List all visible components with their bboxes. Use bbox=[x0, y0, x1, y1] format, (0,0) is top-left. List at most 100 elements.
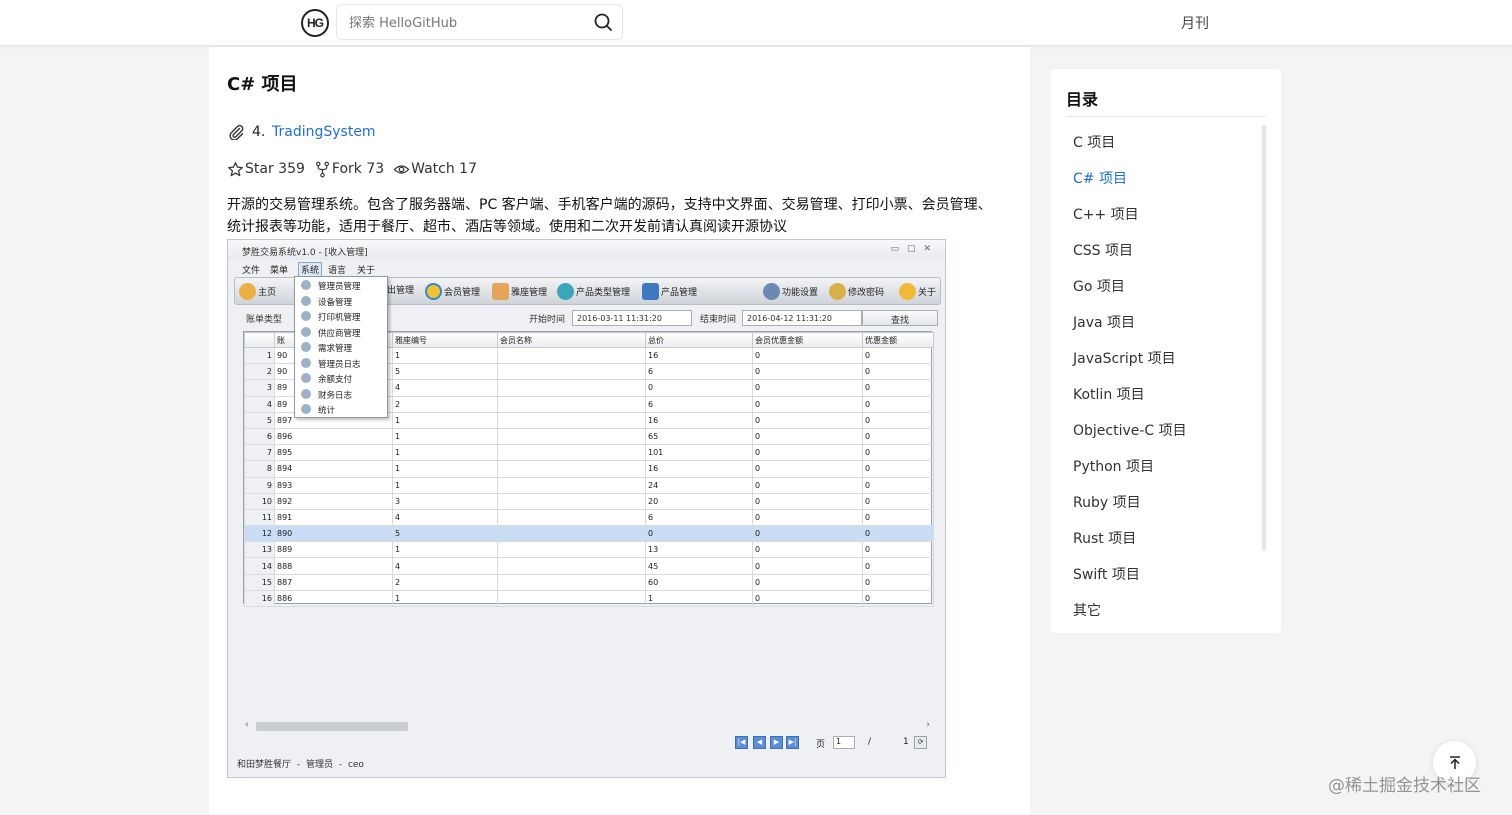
grid-cell bbox=[497, 346, 646, 365]
grid-cell: 0 bbox=[752, 363, 863, 381]
app-toolbar-item: 会员管理 bbox=[425, 283, 480, 300]
app-toolbar-item: 关于 bbox=[899, 283, 936, 300]
grid-cell bbox=[497, 492, 646, 510]
grid-cell: 0 bbox=[752, 492, 863, 510]
grid-cell: 0 bbox=[752, 476, 863, 494]
last-page-icon: ▶| bbox=[786, 736, 799, 749]
star-count: Star 359 bbox=[245, 161, 305, 177]
app-toolbar-item: 功能设置 bbox=[763, 283, 818, 300]
context-menu-item: 余额支付 bbox=[295, 370, 387, 386]
search-input[interactable] bbox=[349, 13, 579, 33]
toc-item[interactable]: C 项目 bbox=[1073, 132, 1187, 168]
grid-cell: 0 bbox=[862, 541, 934, 559]
grid-cell: 0 bbox=[752, 346, 863, 365]
toc-item[interactable]: JavaScript 项目 bbox=[1073, 348, 1187, 384]
grid-cell: 5 bbox=[392, 363, 498, 381]
grid-cell: 6 bbox=[244, 427, 275, 446]
toc-item[interactable]: C# 项目 bbox=[1073, 168, 1187, 204]
app-status-bar: 和田梦胜餐厅 - 管理员 - ceo bbox=[237, 760, 364, 770]
grid-cell: 13 bbox=[244, 541, 275, 559]
watch-count: Watch 17 bbox=[411, 161, 477, 177]
hellogithub-logo[interactable]: HG bbox=[301, 9, 329, 37]
system-context-menu: 管理员管理 设备管理 打印机管理 供应商管理 需求管理 管理员日志 余额支付 财… bbox=[294, 276, 388, 418]
project-number: 4. bbox=[252, 124, 266, 140]
grid-row: 16 886 1 1 0 0 bbox=[244, 589, 934, 608]
grid-cell: 10 bbox=[244, 492, 275, 510]
end-time-field: 2016-04-12 11:31:20 bbox=[742, 310, 862, 326]
grid-cell bbox=[497, 411, 646, 429]
grid-cell: 0 bbox=[862, 411, 934, 429]
toc-item[interactable]: Python 项目 bbox=[1073, 456, 1187, 492]
grid-cell bbox=[497, 525, 646, 543]
grid-cell: 888 bbox=[274, 557, 393, 575]
grid-cell: 0 bbox=[862, 395, 934, 413]
toc-item[interactable]: Java 项目 bbox=[1073, 312, 1187, 348]
page-input: 1 bbox=[833, 736, 855, 749]
app-menu-item: 语言 bbox=[328, 266, 347, 276]
grid-header-cell: 会员名称 bbox=[497, 332, 646, 348]
grid-cell bbox=[497, 541, 646, 559]
grid-cell: 101 bbox=[645, 444, 753, 462]
grid-cell: 0 bbox=[862, 460, 934, 478]
page-separator: / bbox=[868, 737, 872, 747]
grid-cell: 0 bbox=[862, 444, 934, 462]
monthly-link[interactable]: 月刊 bbox=[1181, 13, 1209, 33]
toc-item[interactable]: C++ 项目 bbox=[1073, 204, 1187, 240]
grid-cell: 1 bbox=[392, 589, 498, 608]
grid-cell: 0 bbox=[862, 508, 934, 527]
grid-cell bbox=[497, 573, 646, 591]
grid-cell: 0 bbox=[862, 492, 934, 510]
app-menu-item: 系统 bbox=[298, 262, 323, 277]
grid-cell: 1 bbox=[392, 346, 498, 365]
grid-cell: 1 bbox=[392, 444, 498, 462]
grid-cell: 0 bbox=[752, 541, 863, 559]
grid-cell: 896 bbox=[274, 427, 393, 446]
grid-cell: 5 bbox=[244, 411, 275, 429]
grid-cell bbox=[497, 476, 646, 494]
app-toolbar-item: 雅座管理 bbox=[492, 283, 547, 300]
grid-cell: 0 bbox=[862, 525, 934, 543]
app-menu-item: 文件 bbox=[242, 266, 261, 276]
grid-header-cell: 会员优惠金额 bbox=[752, 332, 863, 348]
grid-cell: 1 bbox=[392, 427, 498, 446]
grid-cell: 24 bbox=[645, 476, 753, 494]
grid-cell bbox=[497, 444, 646, 462]
fork-icon bbox=[315, 161, 329, 177]
grid-cell: 16 bbox=[645, 460, 753, 478]
toc-item[interactable]: 其它 bbox=[1073, 600, 1187, 636]
grid-cell: 890 bbox=[274, 525, 393, 543]
grid-row: 15 887 2 60 0 0 bbox=[244, 573, 934, 591]
toc-item[interactable]: Go 项目 bbox=[1073, 276, 1187, 312]
toc-item[interactable]: Rust 项目 bbox=[1073, 528, 1187, 564]
search-box[interactable] bbox=[336, 4, 623, 40]
app-menu-item: 菜单 bbox=[270, 266, 289, 276]
grid-cell: 0 bbox=[645, 525, 753, 543]
grid-row: 12 890 5 0 0 0 bbox=[244, 525, 934, 543]
grid-cell: 4 bbox=[244, 395, 275, 413]
grid-cell bbox=[497, 395, 646, 413]
grid-cell: 7 bbox=[244, 444, 275, 462]
toc-item[interactable]: Swift 项目 bbox=[1073, 564, 1187, 600]
project-name-link[interactable]: TradingSystem bbox=[272, 124, 376, 140]
toc-item[interactable]: Ruby 项目 bbox=[1073, 492, 1187, 528]
grid-cell: 891 bbox=[274, 508, 393, 527]
grid-header-cell: 雅座编号 bbox=[392, 332, 498, 348]
grid-cell: 1 bbox=[244, 346, 275, 365]
grid-cell: 0 bbox=[862, 476, 934, 494]
grid-row: 14 888 4 45 0 0 bbox=[244, 557, 934, 575]
search-icon[interactable] bbox=[593, 12, 613, 32]
toc-item[interactable]: CSS 项目 bbox=[1073, 240, 1187, 276]
section-title: C# 项目 bbox=[227, 74, 298, 95]
grid-cell: 45 bbox=[645, 557, 753, 575]
toc-item[interactable]: Objective-C 项目 bbox=[1073, 420, 1187, 456]
grid-cell: 60 bbox=[645, 573, 753, 591]
grid-cell: 894 bbox=[274, 460, 393, 478]
grid-cell bbox=[497, 589, 646, 608]
toc-item[interactable]: Kotlin 项目 bbox=[1073, 384, 1187, 420]
grid-cell: 0 bbox=[862, 346, 934, 365]
toc-scrollbar[interactable] bbox=[1262, 125, 1266, 551]
app-toolbar-item: 产品管理 bbox=[642, 283, 697, 300]
grid-row: 11 891 4 6 0 0 bbox=[244, 508, 934, 527]
prev-page-icon: ◀ bbox=[753, 736, 766, 749]
context-menu-item: 管理员日志 bbox=[295, 355, 387, 371]
